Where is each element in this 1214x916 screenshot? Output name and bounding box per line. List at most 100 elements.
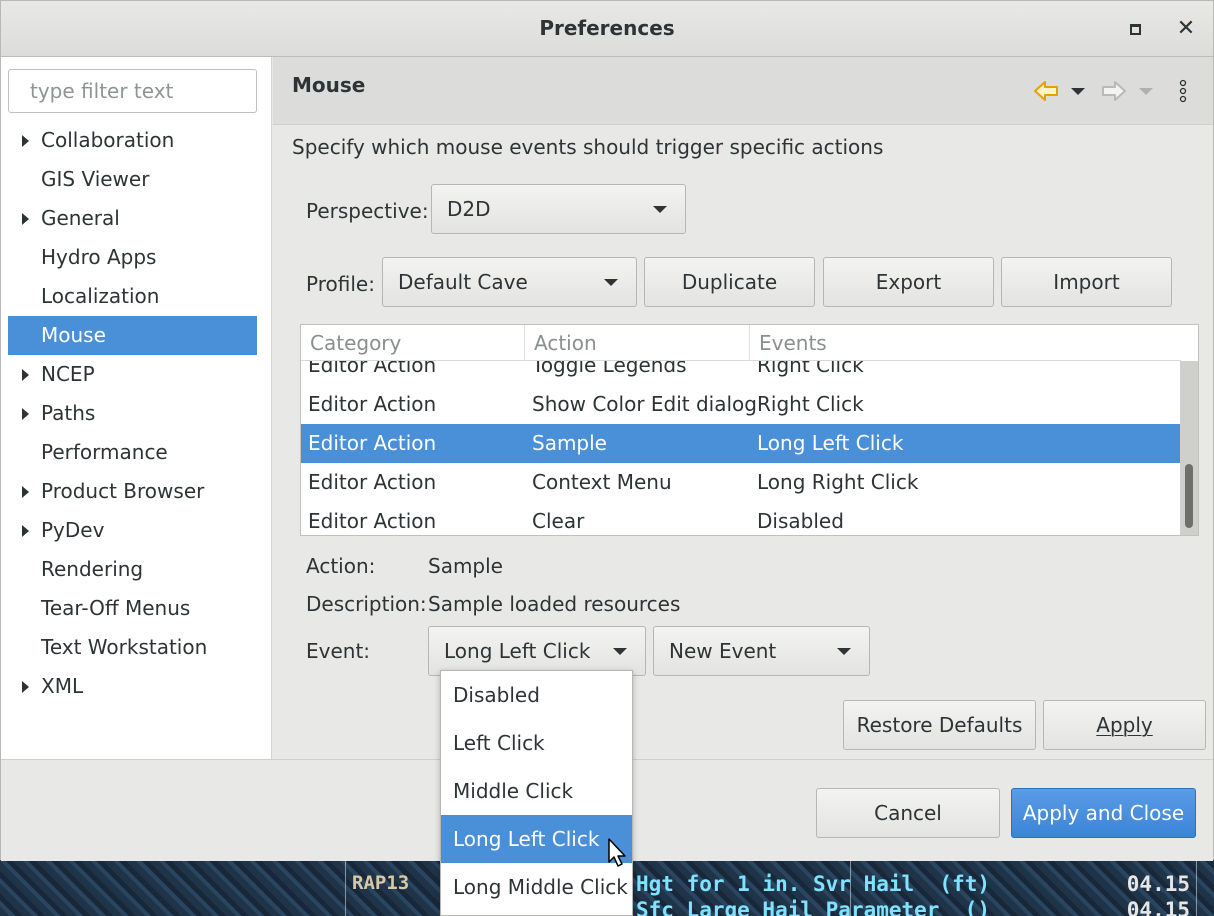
tree-item[interactable]: Text Workstation <box>8 628 257 667</box>
table-cell: Disabled <box>757 509 844 533</box>
dropdown-option[interactable]: Middle Click <box>441 767 632 815</box>
apply-and-close-button[interactable]: Apply and Close <box>1011 788 1196 838</box>
background-value-2: 04.15 <box>1126 898 1190 916</box>
tree-item[interactable]: Rendering <box>8 550 257 589</box>
tree-item-label: XML <box>41 674 84 698</box>
export-button[interactable]: Export <box>823 257 994 307</box>
expand-arrow-icon[interactable] <box>22 135 29 147</box>
tree-item[interactable]: Localization <box>8 277 257 316</box>
table-cell: Context Menu <box>532 470 672 494</box>
restore-defaults-button[interactable]: Restore Defaults <box>843 700 1036 750</box>
duplicate-button[interactable]: Duplicate <box>644 257 815 307</box>
cancel-button[interactable]: Cancel <box>816 788 1000 838</box>
forward-arrow-icon <box>1102 81 1126 101</box>
description-value: Sample loaded resources <box>428 592 681 616</box>
tree-item-label: NCEP <box>41 362 95 386</box>
expand-arrow-icon[interactable] <box>22 681 29 693</box>
dropdown-option[interactable]: Long Middle Click <box>441 863 632 911</box>
background-product-label: RAP13 <box>352 872 410 894</box>
table-row[interactable]: Editor Action Clear Disabled <box>301 502 1181 535</box>
tree-item[interactable]: Collaboration <box>8 121 257 160</box>
table-cell: Show Color Edit dialog <box>532 392 757 416</box>
vertical-dots-icon <box>1179 79 1187 103</box>
table-cell: Sample <box>532 431 607 455</box>
tree-item-label: Hydro Apps <box>41 245 157 269</box>
table-row[interactable]: Editor Action Sample Long Left Click <box>301 424 1181 463</box>
dropdown-option[interactable]: Long Left Click <box>441 815 632 863</box>
expand-arrow-icon[interactable] <box>22 408 29 420</box>
table-cell: Editor Action <box>308 431 437 455</box>
background-value-1: 04.15 <box>1126 872 1190 896</box>
tree-item[interactable]: Hydro Apps <box>8 238 257 277</box>
chevron-down-icon <box>1139 88 1153 95</box>
close-button[interactable]: ✕ <box>1172 15 1200 43</box>
page-header: Mouse <box>273 57 1213 125</box>
view-menu-button[interactable] <box>1178 79 1188 103</box>
profile-select[interactable]: Default Cave <box>382 257 637 307</box>
event-select[interactable]: Long Left Click <box>428 626 646 676</box>
tree-item-label: Product Browser <box>41 479 205 503</box>
event-dropdown-menu: Disabled Left Click Middle Click Long Left … <box>440 670 633 916</box>
apply-label: Apply <box>1096 713 1153 737</box>
close-icon: ✕ <box>1176 16 1196 41</box>
back-history-dropdown[interactable] <box>1071 79 1085 103</box>
expand-arrow-icon[interactable] <box>22 525 29 537</box>
table-scrollbar-thumb[interactable] <box>1185 464 1193 528</box>
tree-item[interactable]: XML <box>8 667 257 706</box>
action-value: Sample <box>428 554 503 578</box>
tree-item-label: Text Workstation <box>41 635 208 659</box>
mouse-events-table: Category Action Events Editor Action Togg… <box>300 324 1199 536</box>
description-label: Description: <box>306 592 427 616</box>
dropdown-option[interactable]: Left Click <box>441 719 632 767</box>
preference-page: Mouse Specify which mouse events should … <box>273 57 1213 759</box>
background-text-line-2: Sfc Large Hail Parameter () <box>636 898 991 916</box>
table-row[interactable]: Editor Action Context Menu Long Right Clic… <box>301 463 1181 502</box>
map-line <box>1196 860 1197 916</box>
tree-item[interactable]: NCEP <box>8 355 257 394</box>
action-label: Action: <box>306 554 376 578</box>
back-button[interactable] <box>1033 79 1059 103</box>
tree-item-label: Localization <box>41 284 160 308</box>
chevron-down-icon <box>837 648 851 655</box>
dropdown-option[interactable]: Disabled <box>441 671 632 719</box>
tree-item-label: Tear-Off Menus <box>41 596 191 620</box>
perspective-select[interactable]: D2D <box>431 184 686 234</box>
column-header-category[interactable]: Category <box>301 325 525 361</box>
apply-button[interactable]: Apply <box>1043 700 1206 750</box>
table-row[interactable]: Editor Action Show Color Edit dialog Right… <box>301 385 1181 424</box>
profile-value: Default Cave <box>398 270 528 294</box>
table-cell: Editor Action <box>308 392 437 416</box>
import-button[interactable]: Import <box>1001 257 1172 307</box>
column-header-action[interactable]: Action <box>525 325 750 361</box>
preferences-sidebar: Collaboration GIS Viewer General Hydro Apps… <box>1 57 272 759</box>
mouse-pointer-icon <box>608 838 626 867</box>
filter-input[interactable] <box>8 69 257 113</box>
expand-arrow-icon[interactable] <box>22 486 29 498</box>
chevron-down-icon <box>604 279 618 286</box>
tree-item[interactable]: Mouse <box>8 316 257 355</box>
perspective-value: D2D <box>447 197 491 221</box>
tree-item[interactable]: Paths <box>8 394 257 433</box>
tree-item[interactable]: Performance <box>8 433 257 472</box>
column-header-events[interactable]: Events <box>750 325 1181 361</box>
back-arrow-icon <box>1034 81 1058 101</box>
expand-arrow-icon[interactable] <box>22 369 29 381</box>
profile-label: Profile: <box>306 272 375 296</box>
page-description: Specify which mouse events should trigge… <box>292 135 884 159</box>
tree-item[interactable]: PyDev <box>8 511 257 550</box>
table-cell: Editor Action <box>308 509 437 533</box>
tree-item-label: Paths <box>41 401 96 425</box>
tree-item-label: Collaboration <box>41 128 175 152</box>
tree-item[interactable]: GIS Viewer <box>8 160 257 199</box>
maximize-icon <box>1129 24 1141 35</box>
maximize-button[interactable] <box>1121 15 1149 43</box>
restore-defaults-label: Restore Defaults <box>856 713 1023 737</box>
title-bar: Preferences ✕ <box>1 1 1213 57</box>
new-event-select[interactable]: New Event <box>653 626 870 676</box>
tree-item[interactable]: Product Browser <box>8 472 257 511</box>
tree-item[interactable]: Tear-Off Menus <box>8 589 257 628</box>
forward-history-dropdown[interactable] <box>1139 79 1153 103</box>
tree-item[interactable]: General <box>8 199 257 238</box>
forward-button[interactable] <box>1101 79 1127 103</box>
expand-arrow-icon[interactable] <box>22 213 29 225</box>
